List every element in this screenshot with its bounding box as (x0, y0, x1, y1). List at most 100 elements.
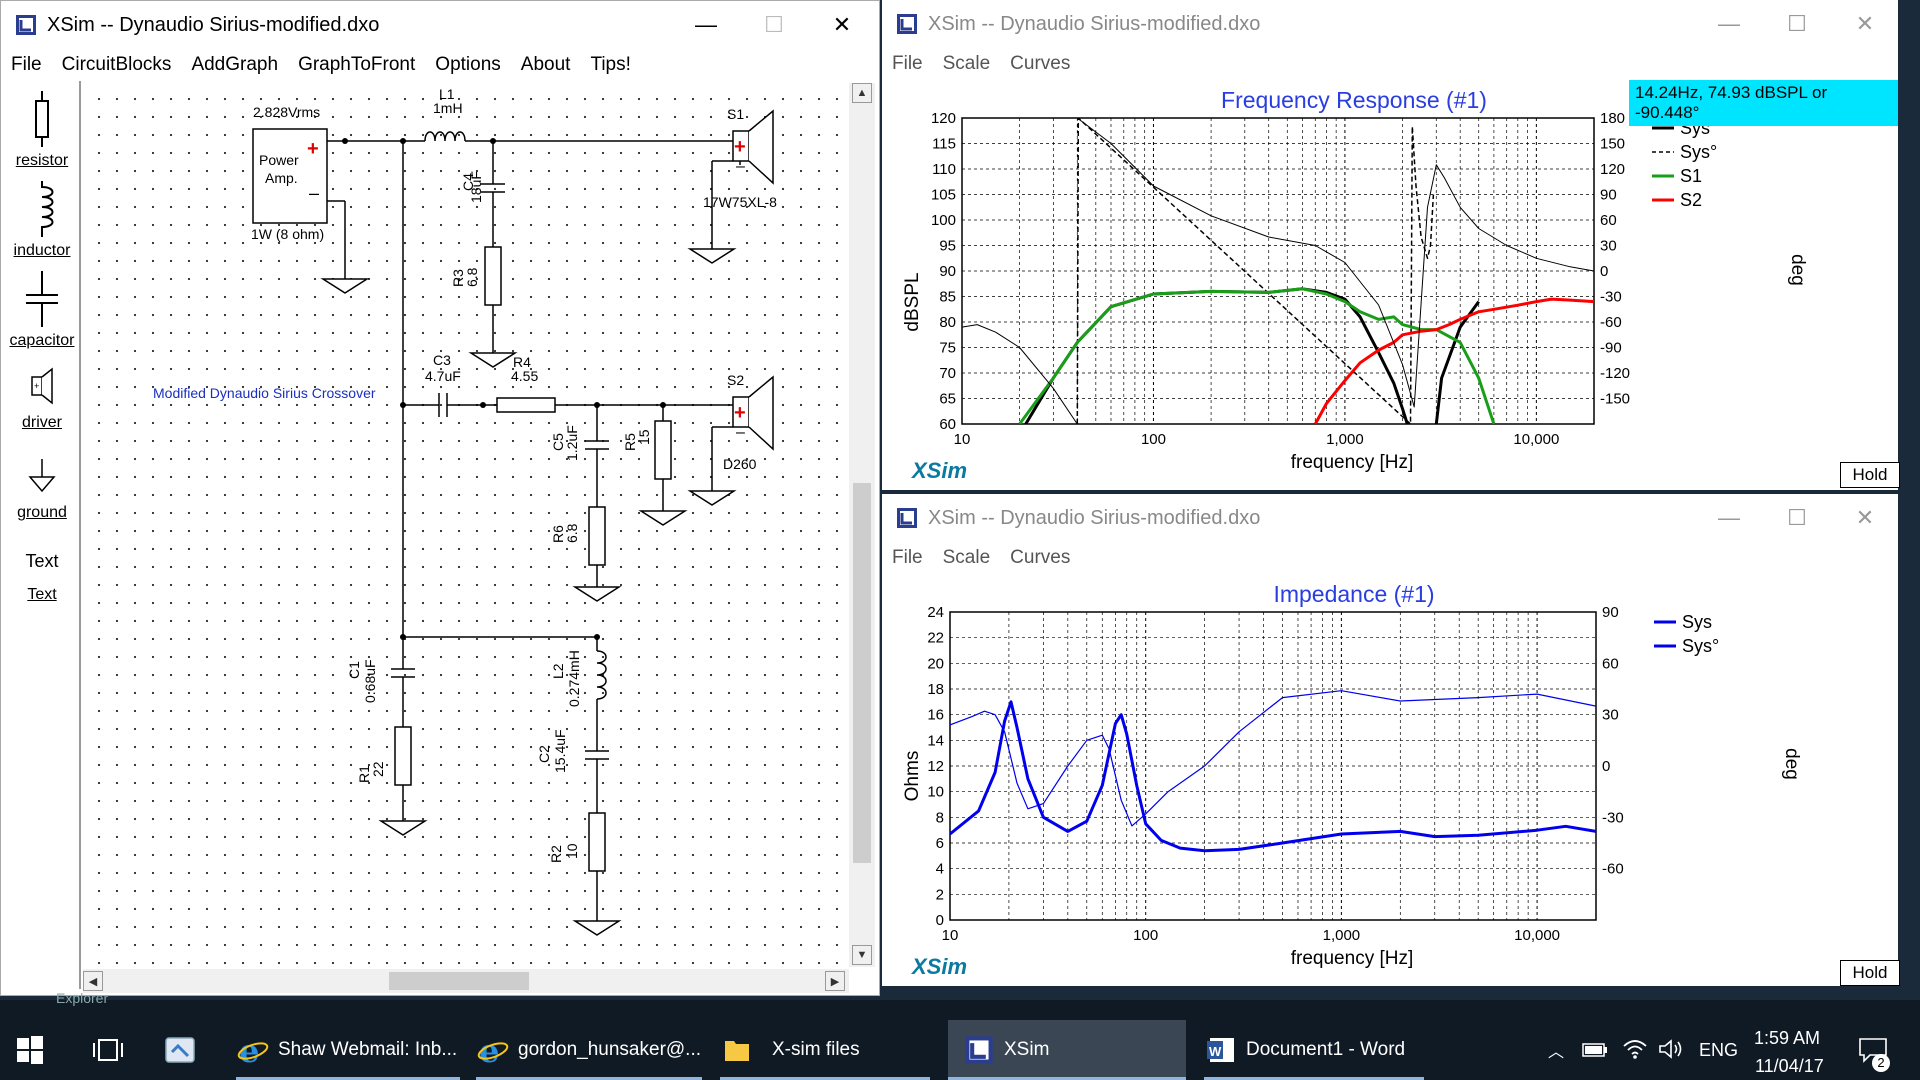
taskbar-pinned-app[interactable] (164, 1020, 204, 1080)
menu-tips[interactable]: Tips! (580, 54, 640, 76)
x-tick-label: 1,000 (1326, 431, 1364, 448)
palette-label: ground (17, 504, 67, 521)
hold-button[interactable]: Hold (1840, 462, 1900, 488)
palette-ground[interactable]: ground (5, 455, 79, 522)
close-button[interactable]: ✕ (1830, 0, 1900, 48)
y-tick-label: 2 (936, 886, 944, 903)
y-tick-label: 95 (939, 238, 956, 255)
clock-time[interactable]: 1:59 AM (1754, 1028, 1820, 1049)
taskbar-item-folder[interactable]: X-sim files (720, 1020, 930, 1080)
taskbar-item-word[interactable]: W Document1 - Word (1204, 1020, 1424, 1080)
start-button[interactable] (16, 1020, 56, 1080)
title-bar[interactable]: XSim -- Dynaudio Sirius-modified.dxo — ☐… (882, 0, 1898, 48)
clock-date[interactable]: 11/04/17 (1755, 1056, 1824, 1077)
x-tick-label: 1,000 (1323, 927, 1361, 944)
title-bar[interactable]: XSim -- Dynaudio Sirius-modified.dxo — ☐… (882, 494, 1898, 542)
y-tick-label: 24 (927, 604, 944, 621)
schematic-canvas[interactable]: + – + – + – 2.828Vrms Power Amp. 1W (8 o… (83, 83, 847, 967)
r4-value: 4.55 (511, 368, 538, 384)
y2-tick-label: 60 (1602, 655, 1619, 672)
x-tick-label: 10 (942, 927, 959, 944)
menu-graphtofront[interactable]: GraphToFront (288, 54, 425, 76)
taskbar-item-webmail[interactable]: e Shaw Webmail: Inb... (236, 1020, 460, 1080)
volume-icon[interactable] (1658, 1038, 1684, 1060)
menu-addgraph[interactable]: AddGraph (181, 54, 288, 76)
horizontal-scrollbar[interactable]: ◀ ▶ (83, 969, 849, 993)
close-button[interactable]: ✕ (807, 1, 877, 49)
taskbar-item-email[interactable]: e gordon_hunsaker@... (476, 1020, 702, 1080)
y2-tick-label: 0 (1600, 263, 1608, 280)
y-tick-label: 115 (932, 136, 956, 153)
y-tick-label: 22 (927, 630, 944, 647)
source-name-line2: Amp. (265, 170, 298, 186)
wifi-icon[interactable] (1622, 1038, 1648, 1060)
vertical-scrollbar[interactable]: ▲ ▼ (849, 83, 875, 967)
palette-text[interactable]: Text Text (5, 551, 79, 604)
scroll-thumb[interactable] (389, 972, 529, 990)
taskbar-item-xsim[interactable]: XSim (948, 1020, 1186, 1080)
hold-button[interactable]: Hold (1840, 960, 1900, 986)
scroll-thumb[interactable] (853, 483, 871, 863)
y2-tick-label: 150 (1600, 136, 1625, 153)
menu-file[interactable]: File (882, 53, 933, 75)
close-button[interactable]: ✕ (1830, 494, 1900, 542)
minimize-button[interactable]: — (671, 1, 741, 49)
x-tick-label: 100 (1141, 431, 1166, 448)
palette-resistor[interactable]: resistor (5, 91, 79, 170)
y-tick-label: 65 (939, 391, 956, 408)
xsim-brand: XSim (910, 458, 967, 483)
maximize-button[interactable]: ☐ (1762, 494, 1832, 542)
svg-text:–: – (736, 424, 745, 441)
language-indicator[interactable]: ENG (1699, 1040, 1738, 1061)
palette-inductor[interactable]: inductor (5, 181, 79, 260)
source-voltage-label: 2.828Vrms (253, 104, 320, 120)
scroll-down-arrow-icon[interactable]: ▼ (852, 945, 872, 965)
palette-driver[interactable]: + driver (5, 365, 79, 432)
menu-options[interactable]: Options (425, 54, 510, 76)
menu-about[interactable]: About (511, 54, 581, 76)
menu-file[interactable]: File (1, 54, 52, 76)
x-tick-label: 10,000 (1514, 927, 1560, 944)
xsim-app-icon (897, 508, 917, 528)
y2-tick-label: -120 (1600, 365, 1630, 382)
scroll-left-arrow-icon[interactable]: ◀ (83, 971, 103, 991)
menu-bar: File Scale Curves (882, 48, 1898, 80)
y-tick-label: 75 (939, 340, 956, 357)
maximize-button[interactable]: ☐ (739, 1, 809, 49)
taskbar-label: Shaw Webmail: Inb... (278, 1039, 458, 1060)
scroll-up-arrow-icon[interactable]: ▲ (852, 83, 872, 103)
chevron-up-icon[interactable]: ︿ (1548, 1038, 1564, 1062)
menu-curves[interactable]: Curves (1000, 547, 1080, 569)
y2-tick-label: 30 (1602, 707, 1619, 724)
task-view-button[interactable] (92, 1020, 132, 1080)
minimize-button[interactable]: — (1694, 494, 1764, 542)
battery-icon[interactable] (1582, 1042, 1608, 1058)
graph-area[interactable]: Impedance (#1) frequency [Hz] Ohms deg X… (882, 574, 1900, 986)
y2-tick-label: 30 (1600, 238, 1617, 255)
menu-curves[interactable]: Curves (1000, 53, 1080, 75)
c1-value: 0.68uF (362, 659, 378, 703)
menu-circuitblocks[interactable]: CircuitBlocks (52, 54, 182, 76)
menu-scale[interactable]: Scale (933, 547, 1001, 569)
minimize-button[interactable]: — (1694, 0, 1764, 48)
frequency-response-window: XSim -- Dynaudio Sirius-modified.dxo — ☐… (882, 0, 1900, 490)
y-tick-label: 6 (936, 835, 944, 852)
y2-tick-label: 120 (1600, 161, 1625, 178)
r2-label: R2 (548, 845, 564, 863)
palette-capacitor[interactable]: capacitor (5, 271, 79, 350)
chart-title: Impedance (#1) (1273, 581, 1434, 607)
resistor-icon (35, 91, 49, 147)
title-bar[interactable]: XSim -- Dynaudio Sirius-modified.dxo — ☐… (1, 1, 879, 49)
legend-label: Sys° (1682, 636, 1719, 656)
legend-item: Sys (1654, 612, 1712, 632)
svg-text:+: + (34, 381, 39, 391)
scroll-right-arrow-icon[interactable]: ▶ (825, 971, 845, 991)
y-tick-label: 16 (927, 707, 944, 724)
l2-label: L2 (550, 663, 566, 679)
graph-area[interactable]: Frequency Response (#1) frequency [Hz] d… (882, 80, 1900, 490)
maximize-button[interactable]: ☐ (1762, 0, 1832, 48)
menu-scale[interactable]: Scale (933, 53, 1001, 75)
inductor-icon (41, 181, 54, 237)
menu-file[interactable]: File (882, 547, 933, 569)
y2-tick-label: 90 (1602, 604, 1619, 621)
